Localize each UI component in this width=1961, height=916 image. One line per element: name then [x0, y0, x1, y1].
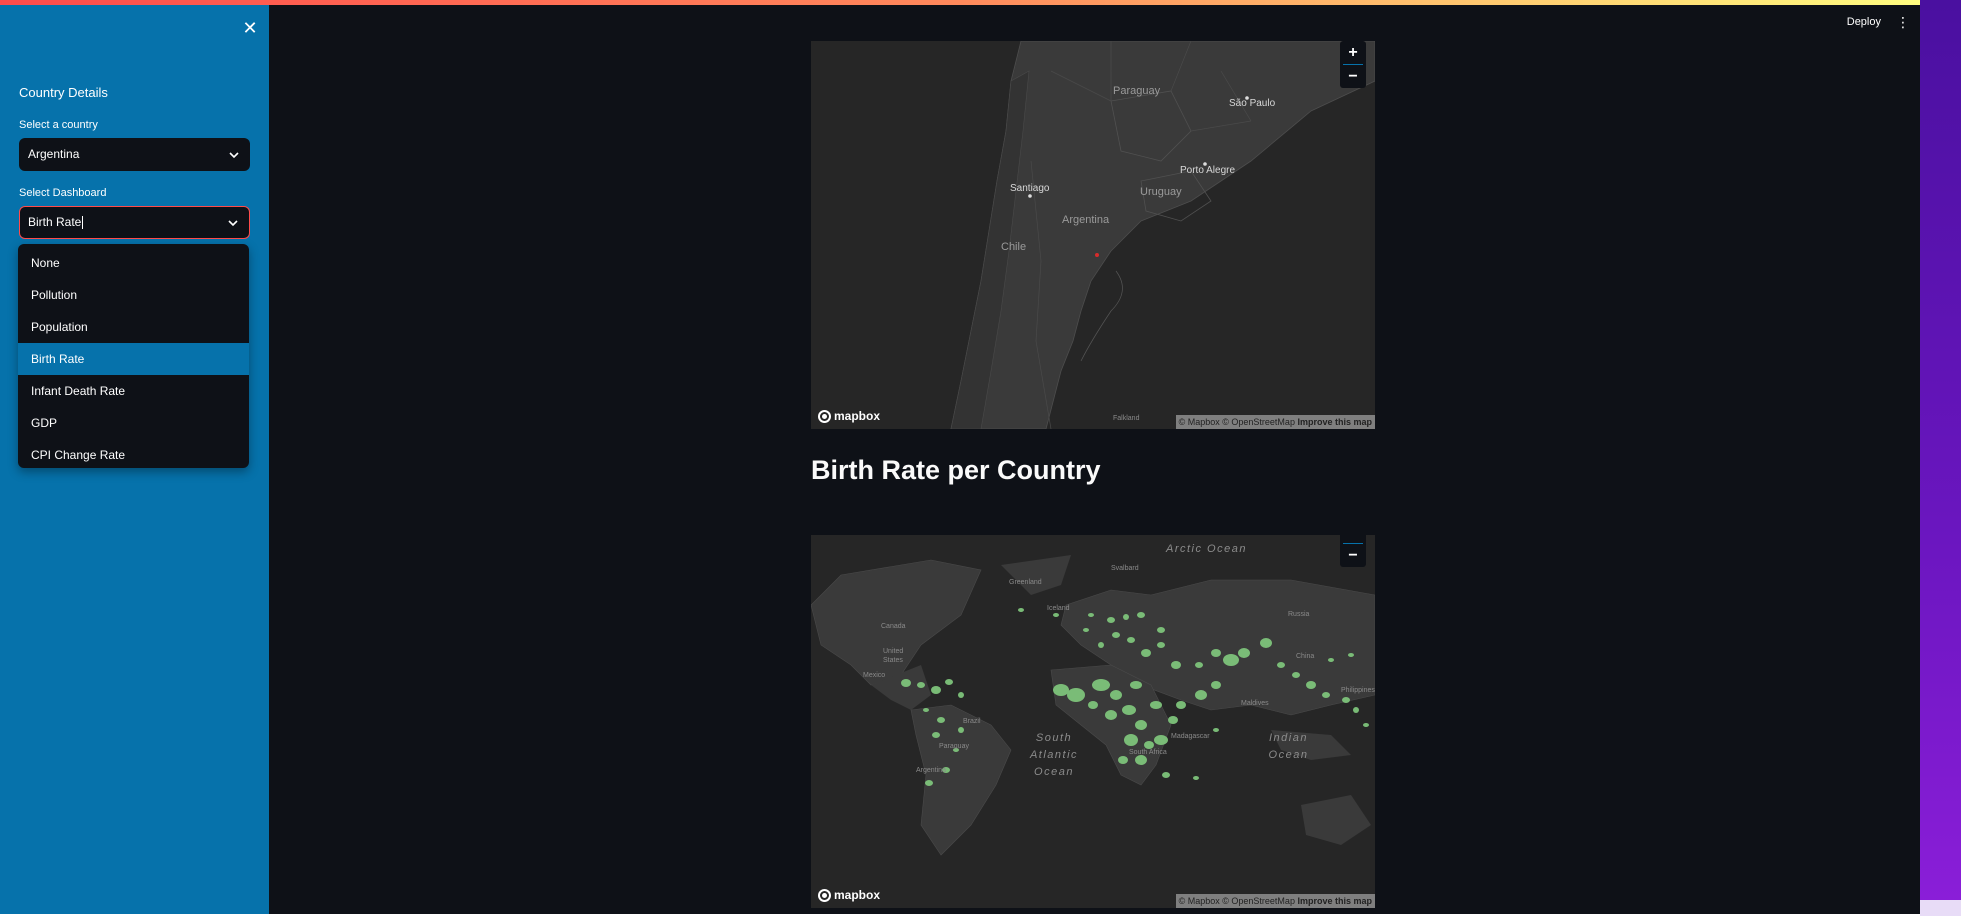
- dashboard-select-label: Select Dashboard: [19, 187, 107, 199]
- chevron-down-icon: [227, 207, 239, 238]
- mapbox-icon: [818, 409, 831, 423]
- map-label: Argentina: [1062, 214, 1110, 226]
- header-actions: Deploy ⋮: [1780, 13, 1920, 33]
- close-icon[interactable]: ✕: [239, 17, 261, 39]
- map-label: Mexico: [863, 672, 886, 679]
- map-label: São Paulo: [1229, 98, 1276, 109]
- section-title: Birth Rate per Country: [811, 455, 1101, 485]
- dashboard-select[interactable]: Birth Rate: [19, 206, 250, 239]
- map-label: Chile: [1001, 241, 1027, 253]
- mapbox-icon: [818, 888, 831, 902]
- chevron-down-icon: [228, 138, 240, 171]
- map-attribution: © Mapbox © OpenStreetMap Improve this ma…: [1175, 894, 1375, 908]
- map-label: China: [1296, 653, 1315, 660]
- window-edge: [1920, 0, 1961, 900]
- attribution-text[interactable]: © Mapbox © OpenStreetMap: [1179, 417, 1295, 427]
- dropdown-option[interactable]: None: [18, 247, 249, 279]
- world-land: [811, 535, 1375, 908]
- dropdown-option[interactable]: GDP: [18, 407, 249, 439]
- map-label: United States: [883, 648, 904, 664]
- map-land: [811, 41, 1375, 429]
- country-select[interactable]: Argentina: [19, 138, 250, 171]
- map-label: Indian Ocean: [1268, 732, 1309, 761]
- map-label: Maldives: [1241, 700, 1269, 707]
- map-label: Iceland: [1047, 605, 1070, 612]
- dropdown-option-selected[interactable]: Birth Rate: [18, 343, 249, 375]
- map-label: Svalbard: [1111, 565, 1139, 572]
- map-label: Uruguay: [1140, 186, 1182, 198]
- dropdown-option[interactable]: Pollution: [18, 279, 249, 311]
- text-caret: [82, 216, 84, 230]
- world-birth-rate-map[interactable]: Arctic Ocean Greenland Svalbard Iceland …: [811, 535, 1375, 908]
- dropdown-option[interactable]: Population: [18, 311, 249, 343]
- map-label: Santiago: [1010, 183, 1050, 194]
- zoom-in-button[interactable]: +: [1340, 41, 1366, 64]
- map-label: Arctic Ocean: [1166, 543, 1247, 555]
- map-label: South Africa: [1129, 749, 1167, 756]
- country-select-label: Select a country: [19, 119, 98, 131]
- zoom-out-button[interactable]: −: [1340, 544, 1366, 567]
- country-map[interactable]: Paraguay São Paulo Porto Alegre Santiago…: [811, 41, 1375, 429]
- improve-map-link[interactable]: Improve this map: [1297, 896, 1372, 906]
- map-label: Porto Alegre: [1180, 165, 1236, 176]
- dropdown-option[interactable]: CPI Change Rate: [18, 439, 249, 471]
- map-label: Philippines: [1341, 687, 1375, 694]
- zoom-control: + −: [1340, 535, 1366, 567]
- map-label: Paraguay: [1113, 85, 1161, 97]
- country-select-value: Argentina: [28, 147, 80, 161]
- map-label: Paraguay: [939, 743, 969, 750]
- mapbox-logo[interactable]: mapbox: [818, 409, 880, 423]
- window-edge-bottom: [1920, 900, 1961, 916]
- map-label: Greenland: [1009, 579, 1042, 586]
- map-label: Brazil: [963, 718, 981, 725]
- dashboard-select-value: Birth Rate: [28, 215, 82, 229]
- zoom-out-button[interactable]: −: [1340, 65, 1366, 88]
- dashboard-dropdown-menu: None Pollution Population Birth Rate Inf…: [18, 244, 249, 468]
- deploy-button[interactable]: Deploy: [1847, 13, 1881, 31]
- map-label: Falkland: [1113, 415, 1140, 422]
- mapbox-logo[interactable]: mapbox: [818, 888, 880, 902]
- improve-map-link[interactable]: Improve this map: [1297, 417, 1372, 427]
- map-label: Russia: [1288, 611, 1310, 618]
- mapbox-logo-text: mapbox: [834, 409, 881, 423]
- sidebar-title: Country Details: [19, 85, 108, 100]
- attribution-text[interactable]: © Mapbox © OpenStreetMap: [1179, 896, 1295, 906]
- zoom-control: + −: [1340, 41, 1366, 88]
- dropdown-option[interactable]: Infant Death Rate: [18, 375, 249, 407]
- map-label: South Atlantic Ocean: [1029, 732, 1079, 778]
- map-label: Argentina: [916, 767, 946, 774]
- sidebar: ✕ Country Details Select a country Argen…: [0, 5, 269, 914]
- more-vertical-icon[interactable]: ⋮: [1895, 13, 1911, 31]
- zoom-in-button[interactable]: +: [1340, 535, 1366, 543]
- map-label: Madagascar: [1171, 733, 1210, 740]
- mapbox-logo-text: mapbox: [834, 888, 881, 902]
- map-attribution: © Mapbox © OpenStreetMap Improve this ma…: [1175, 415, 1375, 429]
- map-label: Canada: [881, 623, 906, 630]
